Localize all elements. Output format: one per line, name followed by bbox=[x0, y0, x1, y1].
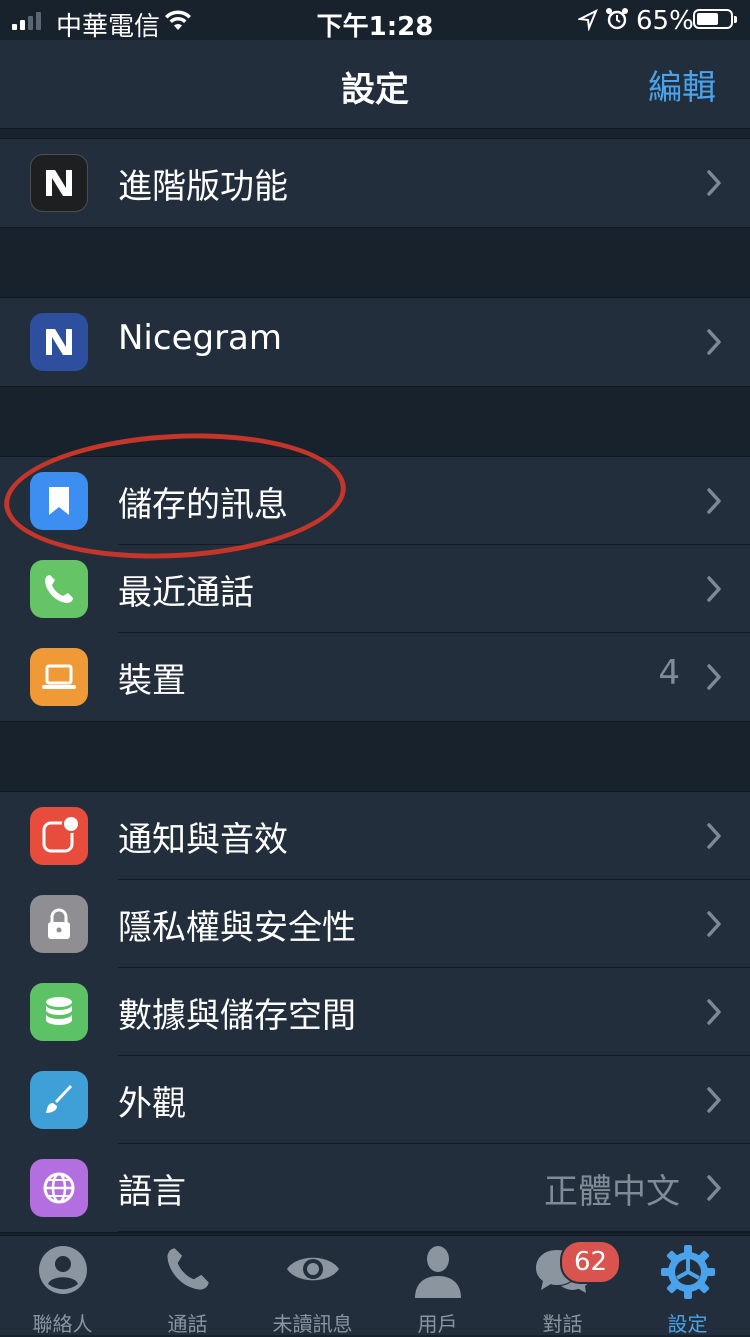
contact-icon bbox=[0, 1244, 125, 1304]
tab-label: 對話 bbox=[542, 1312, 583, 1336]
tab-bar: 聯絡人 通話 未讀訊息 用戶 對話 設定 62 bbox=[0, 1235, 750, 1336]
alarm-clock-icon bbox=[605, 7, 629, 35]
language-value: 正體中文 bbox=[544, 1172, 680, 1212]
eye-icon bbox=[250, 1244, 375, 1304]
chevron-right-icon bbox=[706, 910, 722, 942]
user-icon bbox=[375, 1244, 500, 1304]
chevron-right-icon bbox=[706, 328, 722, 360]
laptop-icon bbox=[30, 648, 88, 706]
tab-label: 未讀訊息 bbox=[272, 1312, 353, 1336]
tab-label: 設定 bbox=[667, 1312, 708, 1336]
nicegram-icon bbox=[30, 313, 88, 371]
tab-unread[interactable]: 未讀訊息 bbox=[250, 1236, 375, 1336]
tab-label: 用戶 bbox=[417, 1312, 458, 1336]
page-title: 設定 bbox=[341, 70, 409, 110]
settings-group-general: 通知與音效 隱私權與安全性 數據與儲存空間 外觀 語言 正體中文 bbox=[0, 791, 750, 1233]
settings-row-label: 外觀 bbox=[118, 1084, 186, 1124]
notification-icon bbox=[30, 807, 88, 865]
settings-row-label: Nicegram bbox=[118, 318, 283, 358]
chevron-right-icon bbox=[706, 575, 722, 607]
phone-tab-icon bbox=[125, 1244, 250, 1304]
settings-group-nicegram: Nicegram bbox=[0, 297, 750, 387]
lock-icon bbox=[30, 895, 88, 953]
settings-row-label: 語言 bbox=[118, 1172, 186, 1212]
settings-row-label: 通知與音效 bbox=[118, 820, 288, 860]
nicegram-premium-icon bbox=[30, 154, 88, 212]
chevron-right-icon bbox=[706, 1086, 722, 1118]
location-arrow-icon bbox=[576, 8, 598, 35]
settings-row-notifications[interactable]: 通知與音效 bbox=[0, 792, 750, 880]
settings-row-appearance[interactable]: 外觀 bbox=[0, 1056, 750, 1144]
settings-gear-icon bbox=[625, 1244, 750, 1304]
settings-group-premium: 進階版功能 bbox=[0, 138, 750, 228]
edit-button[interactable]: 編輯 bbox=[648, 60, 716, 109]
battery-percent: 65% bbox=[636, 6, 694, 36]
settings-row-nicegram[interactable]: Nicegram bbox=[0, 298, 750, 386]
unread-chats-badge: 62 bbox=[560, 1240, 622, 1284]
database-icon bbox=[30, 983, 88, 1041]
settings-row-label: 進階版功能 bbox=[118, 167, 288, 207]
settings-row-premium[interactable]: 進階版功能 bbox=[0, 139, 750, 227]
globe-icon bbox=[30, 1159, 88, 1217]
tab-users[interactable]: 用戶 bbox=[375, 1236, 500, 1336]
chevron-right-icon bbox=[706, 169, 722, 201]
chevron-right-icon bbox=[706, 487, 722, 519]
settings-row-language[interactable]: 語言 正體中文 bbox=[0, 1144, 750, 1232]
settings-row-devices[interactable]: 裝置 4 bbox=[0, 633, 750, 721]
settings-row-label: 數據與儲存空間 bbox=[118, 996, 356, 1036]
navigation-bar: 設定 編輯 bbox=[0, 40, 750, 129]
settings-row-data-storage[interactable]: 數據與儲存空間 bbox=[0, 968, 750, 1056]
phone-icon bbox=[30, 560, 88, 618]
tab-label: 聯絡人 bbox=[32, 1312, 93, 1336]
chevron-right-icon bbox=[706, 663, 722, 695]
tab-calls[interactable]: 通話 bbox=[125, 1236, 250, 1336]
settings-row-label: 裝置 bbox=[118, 661, 186, 701]
status-bar: 中華電信 下午1:28 65% bbox=[0, 0, 750, 42]
settings-row-label: 最近通話 bbox=[118, 573, 254, 613]
settings-row-privacy[interactable]: 隱私權與安全性 bbox=[0, 880, 750, 968]
tab-label: 通話 bbox=[167, 1312, 208, 1336]
settings-row-recent-calls[interactable]: 最近通話 bbox=[0, 545, 750, 633]
chevron-right-icon bbox=[706, 1174, 722, 1206]
tab-contacts[interactable]: 聯絡人 bbox=[0, 1236, 125, 1336]
brush-icon bbox=[30, 1071, 88, 1129]
chevron-right-icon bbox=[706, 822, 722, 854]
settings-row-label: 隱私權與安全性 bbox=[118, 908, 356, 948]
tab-settings[interactable]: 設定 bbox=[625, 1236, 750, 1336]
devices-count: 4 bbox=[658, 653, 680, 693]
chevron-right-icon bbox=[706, 998, 722, 1030]
battery-icon bbox=[693, 9, 737, 29]
